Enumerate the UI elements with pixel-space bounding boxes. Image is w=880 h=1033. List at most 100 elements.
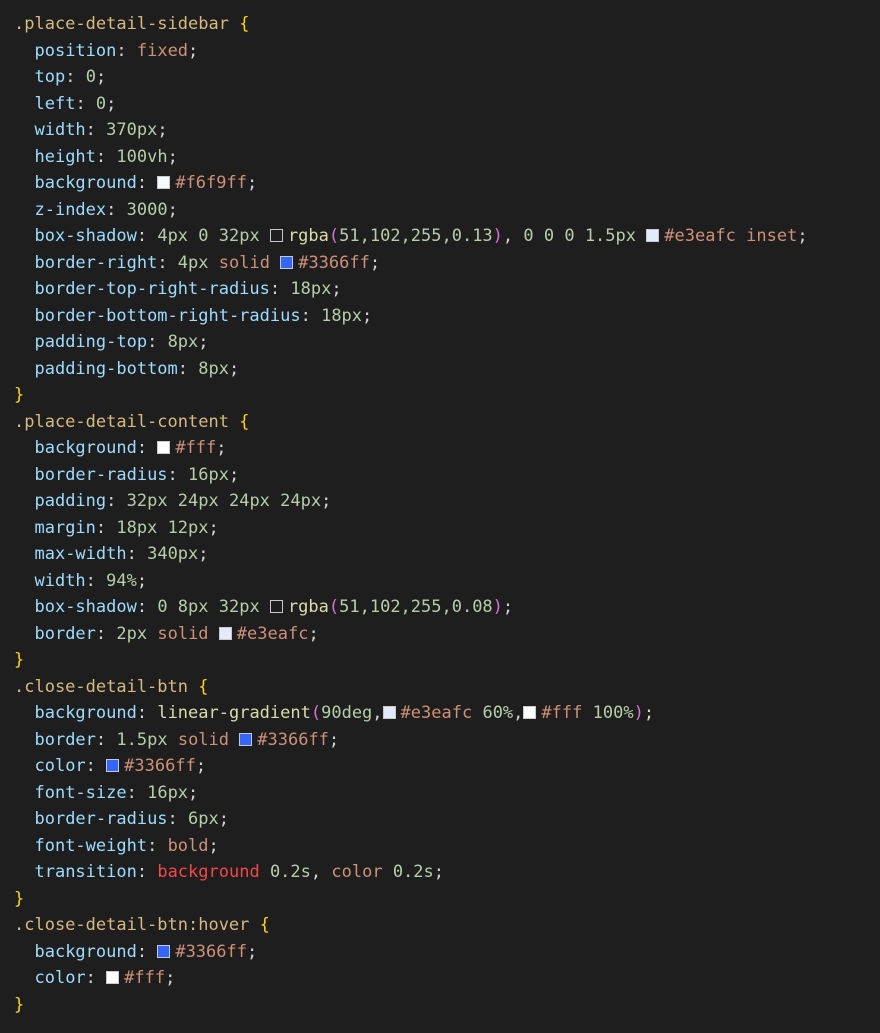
code-token: ; — [797, 226, 808, 246]
color-swatch-icon[interactable] — [523, 706, 537, 719]
code-token: 51,102,255,0.13 — [339, 226, 493, 246]
code-token: ; — [216, 438, 227, 458]
code-token: : — [85, 968, 107, 988]
color-swatch-icon[interactable] — [280, 255, 294, 269]
code-token: rgba — [287, 597, 329, 617]
code-token: 0.2s — [392, 862, 434, 882]
code-line[interactable]: .close-detail-btn { — [14, 674, 880, 701]
code-token: rgba — [287, 226, 329, 246]
code-line[interactable]: border-top-right-radius: 18px; — [14, 276, 880, 303]
code-token: ; — [433, 862, 445, 882]
code-line[interactable]: padding: 32px 24px 24px 24px; — [14, 488, 880, 515]
code-token: #fff — [175, 438, 217, 458]
code-line[interactable]: background: #fff; — [14, 435, 880, 462]
code-line[interactable]: background: linear-gradient(90deg, #e3eaf… — [14, 700, 880, 727]
code-line[interactable]: font-size: 16px; — [14, 780, 880, 807]
code-token: : — [147, 332, 168, 352]
code-line[interactable]: .place-detail-content { — [14, 409, 880, 436]
code-token: 100vh — [116, 146, 168, 167]
code-token: height — [34, 146, 96, 167]
color-swatch-icon[interactable] — [106, 971, 120, 984]
code-token: { — [198, 676, 209, 697]
code-token: ; — [165, 968, 176, 988]
code-line[interactable]: .place-detail-sidebar { — [14, 11, 880, 38]
code-line[interactable]: font-weight: bold; — [14, 833, 880, 860]
code-line[interactable]: height: 100vh; — [14, 144, 880, 171]
code-line[interactable]: } — [14, 382, 880, 409]
code-line[interactable]: border-radius: 6px; — [14, 806, 880, 833]
code-token: ) — [492, 226, 503, 246]
code-line[interactable]: } — [14, 647, 880, 674]
code-line[interactable]: .close-detail-btn:hover { — [14, 912, 880, 939]
code-line[interactable]: left: 0; — [14, 91, 880, 118]
color-swatch-icon[interactable] — [157, 441, 171, 454]
code-line[interactable]: } — [14, 992, 880, 1019]
code-line[interactable]: padding-bottom: 8px; — [14, 356, 880, 383]
code-token: 2px — [116, 623, 148, 644]
code-editor[interactable]: .place-detail-sidebar { position: fixed;… — [0, 0, 880, 1033]
code-line[interactable]: color: #3366ff; — [14, 753, 880, 780]
code-token: , — [310, 862, 332, 882]
code-line[interactable]: border-radius: 16px; — [14, 462, 880, 489]
code-line[interactable]: border: 1.5px solid #3366ff; — [14, 727, 880, 754]
code-line[interactable]: box-shadow: 0 8px 32px rgba(51,102,255,0… — [14, 594, 880, 621]
code-token: : — [95, 517, 117, 538]
code-line[interactable]: margin: 18px 12px; — [14, 515, 880, 542]
color-swatch-icon[interactable] — [218, 626, 232, 640]
code-line[interactable]: border-bottom-right-radius: 18px; — [14, 303, 880, 330]
code-line[interactable]: border: 2px solid #e3eafc; — [14, 621, 880, 648]
code-line[interactable]: border-right: 4px solid #3366ff; — [14, 250, 880, 277]
code-line[interactable]: background: #f6f9ff; — [14, 170, 880, 197]
code-token: : — [136, 941, 158, 962]
code-line[interactable]: box-shadow: 4px 0 32px rgba(51,102,255,0… — [14, 223, 880, 250]
code-line[interactable]: width: 94%; — [14, 568, 880, 595]
code-token: ; — [369, 252, 381, 273]
code-token: , — [372, 703, 383, 723]
code-line[interactable]: color: #fff; — [14, 965, 880, 992]
color-swatch-icon[interactable] — [157, 176, 171, 189]
code-line[interactable]: position: fixed; — [14, 38, 880, 65]
code-token: ; — [228, 464, 240, 485]
code-token: ; — [246, 941, 258, 962]
code-token: ; — [208, 835, 219, 856]
code-token: ; — [167, 199, 178, 220]
code-line[interactable]: max-width: 340px; — [14, 541, 880, 568]
code-line[interactable]: } — [14, 886, 880, 913]
color-swatch-icon[interactable] — [106, 759, 120, 772]
code-line[interactable]: width: 370px; — [14, 117, 880, 144]
code-token: margin — [34, 517, 96, 538]
code-token: : — [95, 623, 117, 644]
code-area[interactable]: .place-detail-sidebar { position: fixed;… — [14, 11, 880, 1018]
color-swatch-icon[interactable] — [646, 229, 660, 242]
code-line[interactable]: z-index: 3000; — [14, 197, 880, 224]
code-token: border — [34, 623, 96, 644]
color-swatch-icon[interactable] — [157, 944, 171, 958]
color-swatch-icon[interactable] — [382, 706, 396, 719]
code-token: ; — [198, 544, 209, 564]
code-token: color — [34, 756, 86, 776]
code-token: max-width — [34, 544, 127, 564]
code-token: ( — [328, 226, 340, 246]
color-swatch-icon[interactable] — [239, 732, 253, 746]
code-line[interactable]: top: 0; — [14, 64, 880, 91]
code-line[interactable]: background: #3366ff; — [14, 939, 880, 966]
code-token: { — [239, 411, 250, 432]
code-token: width — [34, 120, 86, 140]
color-swatch-icon[interactable] — [269, 600, 283, 613]
code-token: padding-bottom — [34, 358, 178, 379]
code-token: : — [85, 120, 107, 140]
code-line[interactable]: transition: background 0.2s, color 0.2s; — [14, 859, 880, 886]
code-token: 0.2s — [269, 862, 311, 882]
code-line[interactable]: padding-top: 8px; — [14, 329, 880, 356]
color-swatch-icon[interactable] — [269, 229, 283, 242]
code-token: color — [331, 862, 383, 882]
